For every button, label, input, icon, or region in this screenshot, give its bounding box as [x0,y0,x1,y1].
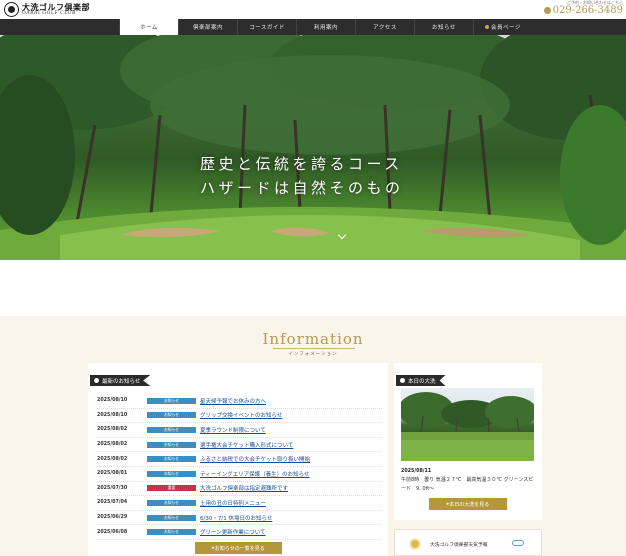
news-badge: お知らせ [147,529,196,536]
club-emblem-icon [4,2,19,17]
today-photo[interactable] [401,388,534,461]
contact-block: ご予約・お問い合わせはこちら 029-266-3489 [543,1,623,16]
news-badge: お知らせ [147,426,196,433]
weather-forecast-link[interactable]: 大洗ゴルフ倶楽部天気予報 [394,529,542,556]
news-title-link[interactable]: 土用の丑の日特別メニュー [200,499,266,507]
phone-number: 029-266-3489 [552,5,623,16]
news-date: 2025/08/02 [97,427,128,433]
clock-icon [94,378,99,383]
hero-landscape [0,35,626,260]
news-item[interactable]: 2025/07/04 お知らせ 土用の丑の日特別メニュー [97,496,382,511]
today-card: 本日の大洗 [394,363,542,520]
news-item[interactable]: 2025/06/29 お知らせ 6/30・7/1 休場日のお知らせ [97,511,382,526]
nav-item-usage-guide[interactable]: 利用案内 [296,19,355,35]
news-date: 2025/08/10 [97,412,128,418]
news-title-link[interactable]: 選手権大会チケット購入形式について [200,441,293,449]
news-item[interactable]: 2025/08/02 お知らせ 夏季ラウンド制限について [97,423,382,438]
news-item[interactable]: 2025/08/10 お知らせ グリップ交換イベントのお知らせ [97,409,382,424]
cloud-icon [512,540,524,546]
news-title-link[interactable]: 星天候予報でお休みの方へ [200,397,266,405]
hero-copy: 歴史と伝統を誇るコース ハザードは自然そのもの [200,152,404,200]
key-icon [485,25,490,29]
news-date: 2025/06/08 [97,529,128,535]
news-title-link[interactable]: グリーン更新作業について [200,528,266,536]
news-date: 2025/06/29 [97,515,128,521]
news-item[interactable]: 2025/08/10 お知らせ 星天候予報でお休みの方へ [97,394,382,409]
news-title-link[interactable]: 6/30・7/1 休場日のお知らせ [200,514,272,522]
today-photo-landscape [401,392,534,461]
news-date: 2025/08/02 [97,456,128,462]
news-item[interactable]: 2025/08/02 お知らせ 選手権大会チケット購入形式について [97,438,382,453]
section-subtitle: インフォメーション [288,352,338,357]
hero-line-2: ハザードは自然そのもの [200,179,404,197]
nav-item-course-guide[interactable]: コースガイド [237,19,296,35]
today-more-button[interactable]: ▸ 本日の大洗を見る [429,498,507,510]
news-date: 2025/08/02 [97,442,128,448]
news-heading: 最新のお知らせ [90,375,151,386]
site-header: 大洗ゴルフ倶楽部 OARAI GOLF CLUB ご予約・お問い合わせはこちら … [0,0,626,19]
sun-icon [411,540,419,548]
news-item[interactable]: 2025/07/30 重要 大洗ゴルフ倶楽部は指定避難所です [97,482,382,497]
news-item[interactable]: 2025/08/01 お知らせ ティーイングエリア保護（養生）のお知らせ [97,467,382,482]
information-section: Information インフォメーション 最新のお知らせ 2025/08/10… [0,316,626,556]
main-nav: ホーム 倶楽部案内 コースガイド 利用案内 アクセス お知らせ 会員ページ [0,19,626,35]
news-item[interactable]: 2025/06/08 お知らせ グリーン更新作業について [97,525,382,540]
news-card: 最新のお知らせ 2025/08/10 お知らせ 星天候予報でお休みの方へ 2025/… [88,363,388,556]
news-badge: お知らせ [147,441,196,448]
news-more-button[interactable]: ▸ お知らせの一覧を見る [195,542,282,554]
hero-line-1: 歴史と伝統を誇るコース [200,155,403,173]
important-badge: 重要 [147,485,196,492]
news-badge: お知らせ [147,514,196,521]
news-badge: お知らせ [147,456,196,463]
news-badge: お知らせ [147,499,196,506]
nav-item-home[interactable]: ホーム [119,19,178,35]
news-title-link[interactable]: ティーイングエリア保護（養生）のお知らせ [200,470,310,478]
logo-english: OARAI GOLF CLUB [22,10,76,16]
news-title-link[interactable]: グリップ交換イベントのお知らせ [200,411,282,419]
news-date: 2025/08/10 [97,398,128,404]
phone-icon [543,7,551,14]
hero-image: 歴史と伝統を誇るコース ハザードは自然そのもの [0,35,626,260]
news-badge: お知らせ [147,470,196,477]
news-title-link[interactable]: 夏季ラウンド制限について [200,426,266,434]
title-divider [273,348,355,349]
section-spacer [0,260,626,316]
camera-icon [400,378,405,383]
news-date: 2025/07/30 [97,485,128,491]
nav-item-access[interactable]: アクセス [355,19,414,35]
news-item[interactable]: 2025/08/02 お知らせ ふるさと納税での大会チケット取り扱い開始 [97,452,382,467]
news-list: 2025/08/10 お知らせ 星天候予報でお休みの方へ 2025/08/10 お知ら… [97,394,382,540]
today-heading: 本日の大洗 [396,375,446,386]
news-title-link[interactable]: ふるさと納税での大会チケット取り扱い開始 [200,455,310,463]
news-date: 2025/08/01 [97,471,128,477]
news-title-link[interactable]: 大洗ゴルフ倶楽部は指定避難所です [200,484,288,492]
section-title: Information [262,330,364,348]
nav-item-members[interactable]: 会員ページ [473,19,532,35]
site-logo[interactable]: 大洗ゴルフ倶楽部 OARAI GOLF CLUB [4,2,90,17]
phone-link[interactable]: 029-266-3489 [543,5,623,16]
news-badge: お知らせ [147,412,196,419]
news-date: 2025/07/04 [97,500,128,506]
nav-item-news[interactable]: お知らせ [414,19,473,35]
nav-item-club-info[interactable]: 倶楽部案内 [178,19,237,35]
news-badge: お知らせ [147,397,196,404]
forecast-label: 大洗ゴルフ倶楽部天気予報 [430,543,488,548]
today-date: 2025/08/11 [401,469,432,474]
logo-japanese: 大洗ゴルフ倶楽部 [22,1,90,12]
today-weather: 午前8時 曇り 気温２７℃ 最高気温３０℃ グリーンスピード 9. 0ft～ [401,477,534,492]
